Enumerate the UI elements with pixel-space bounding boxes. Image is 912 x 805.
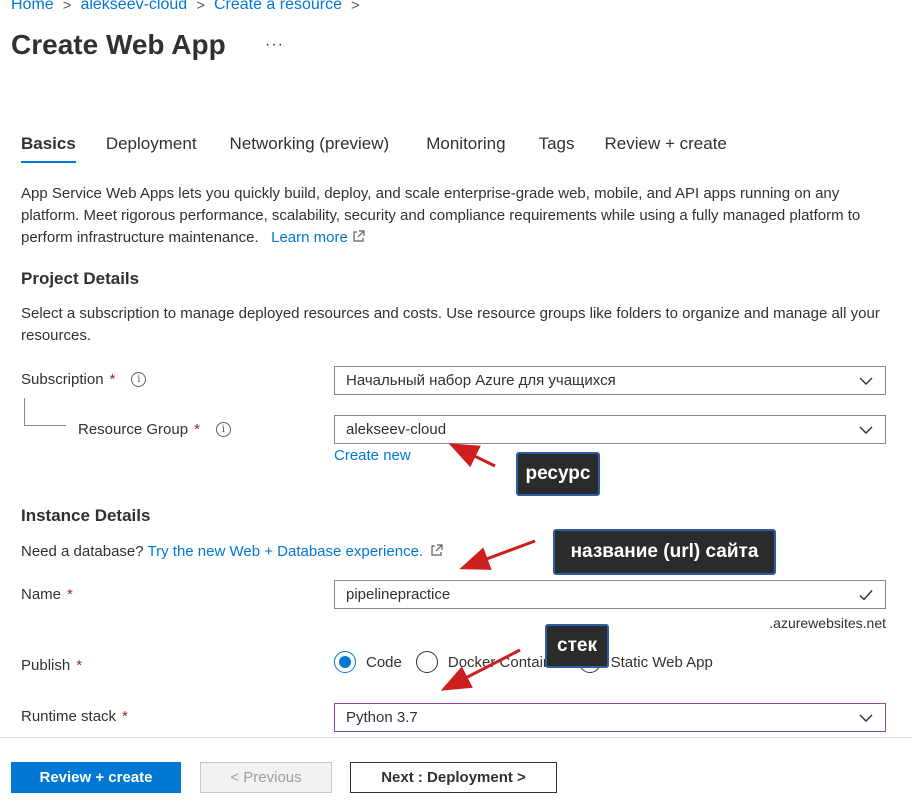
project-details-title: Project Details bbox=[21, 269, 140, 288]
tab-review-create[interactable]: Review + create bbox=[605, 134, 727, 163]
runtime-stack-label-text: Runtime stack bbox=[21, 708, 117, 725]
arrow-to-resource-group bbox=[448, 443, 496, 468]
resource-group-value: alekseev-cloud bbox=[346, 421, 447, 438]
arrow-to-name-field bbox=[459, 539, 536, 570]
breadcrumb-home[interactable]: Home bbox=[11, 0, 54, 14]
publish-option-label: Static Web App bbox=[610, 653, 713, 671]
name-label-text: Name bbox=[21, 586, 62, 603]
publish-label-text: Publish bbox=[21, 657, 71, 674]
learn-more-link[interactable]: Learn more bbox=[271, 229, 365, 246]
more-options-icon[interactable]: ··· bbox=[265, 36, 284, 54]
breadcrumb-separator: > bbox=[351, 0, 360, 14]
runtime-stack-dropdown[interactable]: Python 3.7 bbox=[334, 703, 886, 732]
publish-option-docker[interactable]: Docker Container bbox=[415, 651, 565, 673]
chevron-down-icon bbox=[859, 377, 873, 385]
publish-radio-group: Code Docker Container Static Web App bbox=[334, 651, 727, 673]
subscription-label: Subscription * i bbox=[21, 371, 147, 388]
external-link-icon bbox=[431, 544, 443, 556]
tab-deployment[interactable]: Deployment bbox=[106, 134, 197, 163]
radio-button[interactable] bbox=[415, 651, 438, 673]
radio-button[interactable] bbox=[334, 651, 356, 673]
required-marker: * bbox=[122, 708, 128, 725]
publish-option-code[interactable]: Code bbox=[334, 651, 402, 673]
info-icon[interactable]: i bbox=[215, 422, 231, 437]
breadcrumb-resource-group[interactable]: alekseev-cloud bbox=[80, 0, 187, 14]
annotation-stack: стек bbox=[545, 624, 609, 668]
learn-more-label: Learn more bbox=[271, 229, 348, 246]
chevron-down-icon bbox=[859, 426, 873, 434]
tab-monitoring[interactable]: Monitoring bbox=[426, 134, 505, 163]
checkmark-icon bbox=[859, 589, 873, 601]
subscription-label-text: Subscription bbox=[21, 371, 104, 388]
intro-text: App Service Web Apps lets you quickly bu… bbox=[21, 185, 861, 246]
runtime-stack-label: Runtime stack * bbox=[21, 708, 128, 725]
subscription-dropdown[interactable]: Начальный набор Azure для учащихся bbox=[334, 366, 886, 395]
annotation-arrows bbox=[440, 443, 536, 691]
name-label: Name * bbox=[21, 586, 73, 603]
breadcrumb-create-resource[interactable]: Create a resource bbox=[214, 0, 342, 14]
name-input-value: pipelinepractice bbox=[346, 586, 451, 603]
previous-button[interactable]: < Previous bbox=[200, 762, 332, 793]
tab-networking[interactable]: Networking (preview) bbox=[230, 134, 390, 163]
footer-divider bbox=[0, 737, 912, 738]
name-suffix: .azurewebsites.net bbox=[769, 615, 886, 631]
breadcrumb: Home > alekseev-cloud > Create a resourc… bbox=[11, 0, 360, 14]
subscription-value: Начальный набор Azure для учащихся bbox=[346, 372, 616, 389]
required-marker: * bbox=[109, 371, 116, 388]
external-link-icon bbox=[353, 230, 365, 242]
info-icon[interactable]: i bbox=[131, 372, 147, 387]
breadcrumb-separator: > bbox=[62, 0, 72, 14]
chevron-down-icon bbox=[859, 714, 873, 722]
project-details-description: Select a subscription to manage deployed… bbox=[21, 305, 880, 344]
tree-connector bbox=[24, 398, 25, 425]
required-marker: * bbox=[194, 421, 200, 438]
publish-option-label: Code bbox=[366, 653, 402, 671]
review-create-button[interactable]: Review + create bbox=[11, 762, 181, 793]
tab-basics[interactable]: Basics bbox=[21, 134, 76, 163]
page-title: Create Web App bbox=[11, 29, 226, 60]
required-marker: * bbox=[67, 586, 73, 603]
runtime-stack-value: Python 3.7 bbox=[346, 709, 418, 726]
name-input[interactable]: pipelinepractice bbox=[334, 580, 886, 609]
database-prompt-text: Need a database? bbox=[21, 543, 144, 560]
database-experience-link[interactable]: Try the new Web + Database experience. bbox=[148, 543, 444, 560]
publish-label: Publish * bbox=[21, 657, 82, 674]
intro-paragraph: App Service Web Apps lets you quickly bu… bbox=[21, 183, 891, 249]
instance-details-title: Instance Details bbox=[21, 506, 151, 525]
create-new-link[interactable]: Create new bbox=[334, 447, 411, 464]
next-deployment-button[interactable]: Next : Deployment > bbox=[350, 762, 557, 793]
annotation-resource: ресурс bbox=[516, 452, 600, 496]
resource-group-dropdown[interactable]: alekseev-cloud bbox=[334, 415, 886, 444]
required-marker: * bbox=[76, 657, 83, 674]
annotation-site-name: название (url) сайта bbox=[553, 529, 776, 575]
database-experience-label: Try the new Web + Database experience. bbox=[147, 543, 424, 560]
breadcrumb-separator: > bbox=[196, 0, 205, 14]
tree-connector bbox=[24, 425, 66, 426]
tab-bar: Basics Deployment Networking (preview) M… bbox=[21, 134, 727, 163]
resource-group-label: Resource Group * i bbox=[78, 421, 231, 438]
database-prompt: Need a database? Try the new Web + Datab… bbox=[21, 541, 443, 563]
resource-group-label-text: Resource Group bbox=[78, 421, 189, 438]
tab-tags[interactable]: Tags bbox=[539, 134, 575, 163]
